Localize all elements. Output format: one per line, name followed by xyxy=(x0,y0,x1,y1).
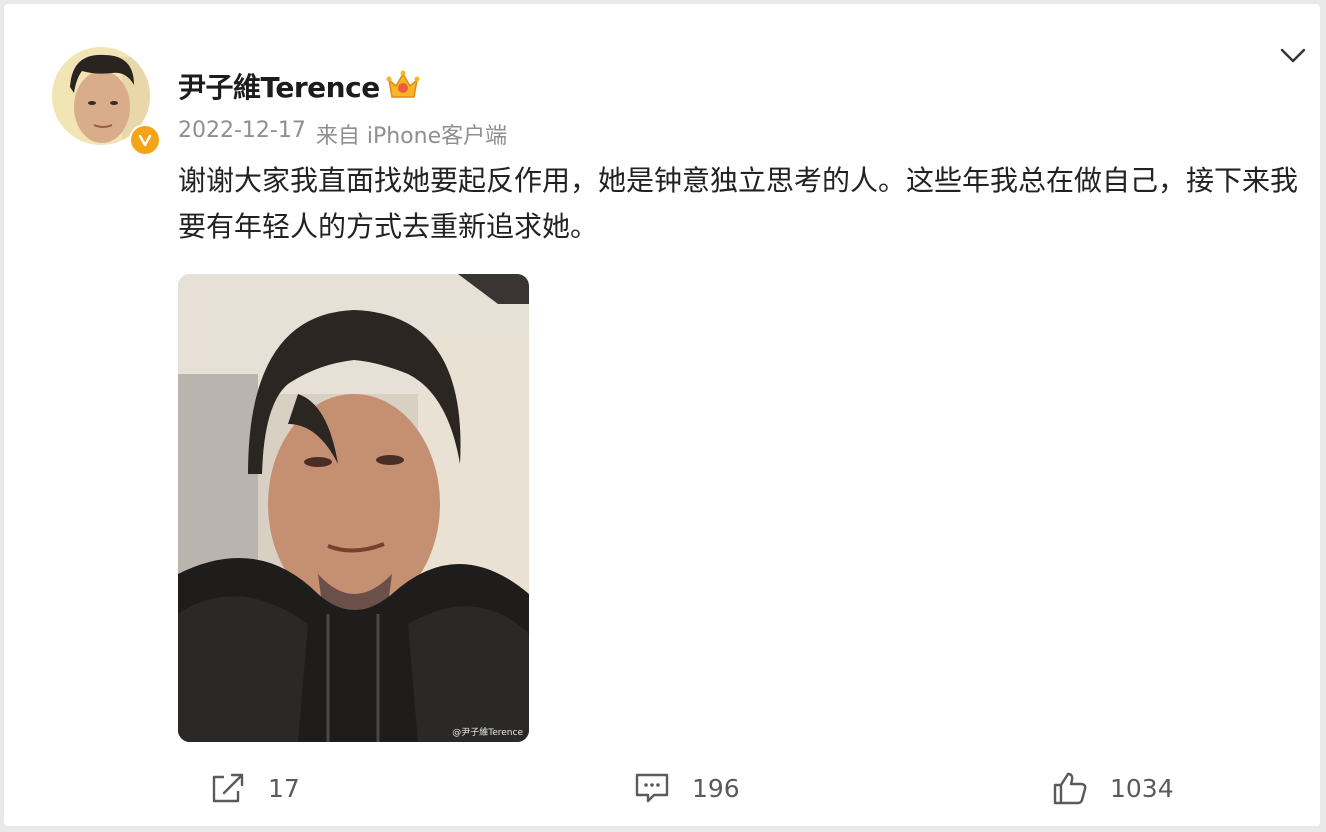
chevron-down-icon[interactable] xyxy=(1276,38,1310,72)
comment-count: 196 xyxy=(692,773,740,803)
repost-button[interactable]: 17 xyxy=(210,766,300,810)
post-text: 谢谢大家我直面找她要起反作用，她是钟意独立思考的人。这些年我总在做自己，接下来我… xyxy=(178,164,1299,243)
post-source: 来自 iPhone客户端 xyxy=(315,124,508,149)
comment-button[interactable]: 196 xyxy=(634,766,740,810)
thumbs-up-icon xyxy=(1052,770,1088,806)
verified-badge-icon xyxy=(129,124,161,156)
author-name[interactable]: 尹子維Terence xyxy=(178,66,380,106)
share-icon xyxy=(210,771,246,805)
post-timestamp[interactable]: 2022-12-17 xyxy=(178,118,306,150)
like-count: 1034 xyxy=(1110,773,1174,803)
like-button[interactable]: 1034 xyxy=(1052,766,1174,810)
post-meta: 2022-12-17 来自 iPhone客户端 xyxy=(178,118,507,150)
comment-icon xyxy=(634,771,670,805)
repost-count: 17 xyxy=(268,773,300,803)
image-watermark: @尹子維Terence xyxy=(452,728,523,738)
crown-icon[interactable] xyxy=(386,70,420,100)
post-image[interactable]: @尹子維Terence xyxy=(178,274,529,742)
